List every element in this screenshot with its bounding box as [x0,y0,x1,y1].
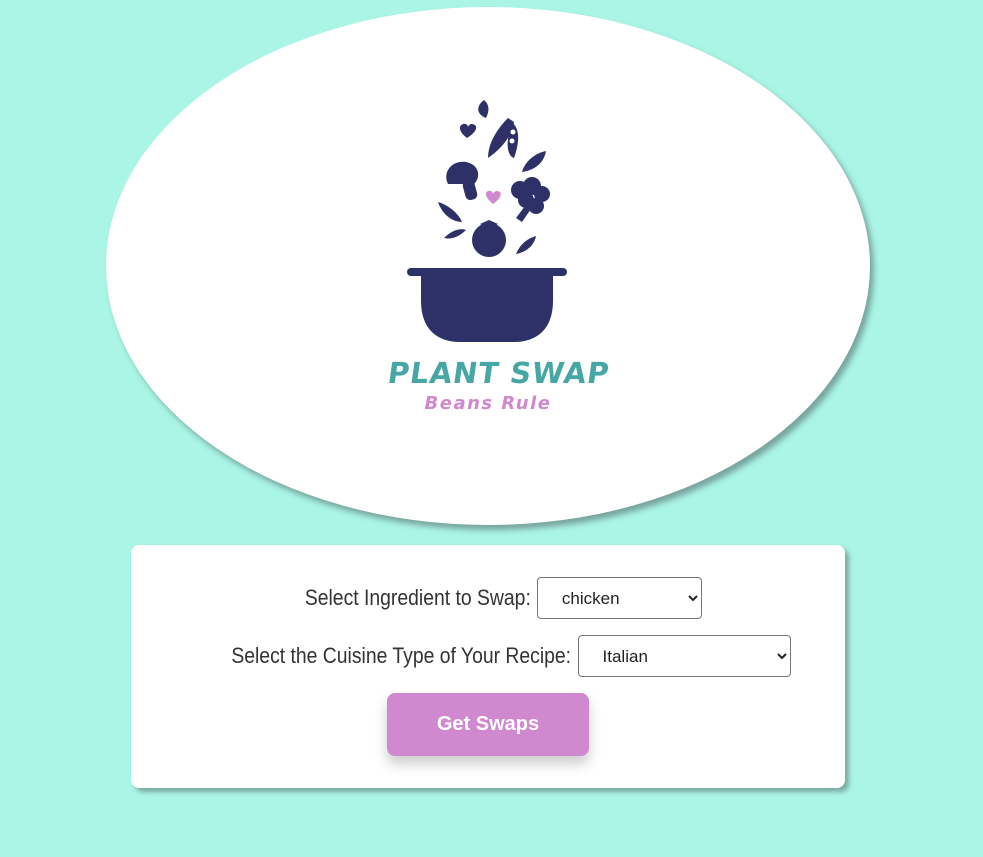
ingredient-row: Select Ingredient to Swap: chicken [131,577,845,619]
cuisine-row: Select the Cuisine Type of Your Recipe: … [131,635,845,677]
swap-form-card: Select Ingredient to Swap: chicken Selec… [131,545,845,788]
cuisine-select[interactable]: Italian [577,635,791,677]
brand-tagline: Beans Rule [424,393,552,414]
page: PLANT SWAP Beans Rule Select Ingredient … [0,0,983,857]
ingredient-select[interactable]: chicken [536,577,702,619]
cuisine-label: Select the Cuisine Type of Your Recipe: [231,643,572,668]
brand-title: PLANT SWAP [385,356,612,390]
ingredient-label: Select Ingredient to Swap: [304,585,531,610]
get-swaps-button[interactable]: Get Swaps [387,693,589,756]
submit-row: Get Swaps [131,693,845,756]
